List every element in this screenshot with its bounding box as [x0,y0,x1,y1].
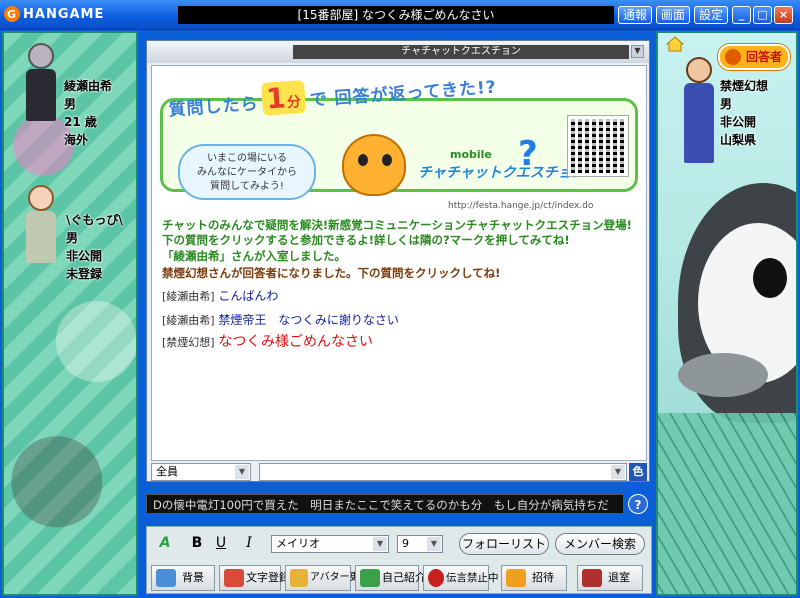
text-register-button[interactable]: 文字登録 [219,565,290,591]
user-gender: 男 [64,97,77,111]
message-block-button[interactable]: 伝言禁止中 [423,565,499,591]
channel-title: チャチャットクエスチョン [293,45,629,59]
qr-code-icon [567,115,629,177]
chevron-down-icon[interactable]: ▼ [373,537,387,551]
message-text: こんばんわ [218,289,279,303]
banner-speech-bubble: いまこの場にいる みんなにケータイから 質問してみよう! [178,144,316,200]
report-button[interactable]: 通報 [618,6,653,24]
user-region: 山梨県 [720,133,757,147]
underline-button[interactable]: U [211,533,231,553]
system-message: チャットのみんなで疑問を解決!新感覚コミュニケーションチャチャットクエスチョン登… [162,218,632,247]
maximize-button[interactable]: □ [753,6,772,24]
user-gender: 男 [720,97,733,111]
chat-message: [綾瀬由希] 禁煙帝王 なつくみに謝りなさい [162,312,399,329]
user-region: 海外 [64,133,89,147]
news-ticker[interactable]: Dの懐中電灯100円で買えた 明日またここで笑えてるのかも分 もし自分が病気持ち… [146,494,624,514]
chevron-down-icon[interactable]: ▼ [427,537,441,551]
invite-button[interactable]: 招待 [501,565,567,591]
chachat-question-banner[interactable]: 質問したら 1分で 回答が返ってきた!? いまこの場にいる みんなにケータイから … [160,70,640,218]
message-text: 禁煙帝王 なつくみに謝りなさい [218,313,399,327]
message-text: なつくみ様ごめんなさい [218,334,373,350]
chat-window: チャチャットクエスチョン ▼ 質問したら 1分で 回答が返ってきた!? いまこの場… [146,40,650,482]
left-user-panel: 綾瀬由希 男 21 歳 海外 \ぐもっぴ\ 男 非公開 未登録 [2,31,138,596]
banner-url[interactable]: http://festa.hange.jp/ct/index.do [448,201,593,211]
system-message[interactable]: 禁煙幻想さんが回答者になりました。下の質問をクリックしてね! [162,266,642,281]
question-mark-icon: ? [518,134,538,174]
user-gender: 男 [66,231,79,245]
hangame-logo: G HANGAME [4,6,104,22]
system-message: 「綾瀬由希」さんが入室しました。 [162,249,346,263]
user-name: 綾瀬由希 [64,79,113,93]
message-speaker: [禁煙幻想] [162,336,215,349]
background-icon [156,569,176,587]
mascot-icon [342,134,406,196]
chat-message: [綾瀬由希] こんばんわ [162,288,278,305]
chevron-down-icon[interactable]: ▼ [611,465,625,479]
answerer-profile[interactable]: 禁煙幻想 男 非公開 山梨県 [720,77,768,149]
background-button[interactable]: 背景 [151,565,215,591]
collapse-button[interactable]: ▼ [631,45,644,58]
title-bar: G HANGAME [15番部屋] なつくみ様ごめんなさい 通報 画面 設定 _… [0,0,800,30]
user-age: 非公開 [66,249,103,263]
text-register-icon [224,569,244,587]
self-intro-button[interactable]: 自己紹介 [355,565,426,591]
avatar[interactable] [676,55,720,165]
screen-button[interactable]: 画面 [656,6,691,24]
no-message-icon [428,569,444,587]
text-color-button[interactable]: 色 [629,463,647,481]
user-name: 禁煙幻想 [720,79,769,93]
right-user-panel: 禁煙幻想 男 非公開 山梨県 [656,31,798,596]
recipient-select[interactable]: 全員 ▼ [151,463,251,481]
chat-input-row: 全員 ▼ ▼ 色 [151,463,647,481]
bold-button[interactable]: B [187,533,207,553]
self-intro-icon [360,569,380,587]
paw-icon [725,49,741,65]
avatar-update-icon [290,569,308,587]
message-speaker: [綾瀬由希] [162,314,215,327]
italic-button[interactable]: I [239,533,259,553]
user-age: 21 歳 [64,115,97,129]
exit-icon [582,569,602,587]
user-name: \ぐもっぴ\ [66,213,123,227]
font-select[interactable]: メイリオ ▼ [271,535,389,553]
avatar[interactable] [18,41,62,123]
user-profile-2[interactable]: \ぐもっぴ\ 男 非公開 未登録 [66,211,123,283]
message-speaker: [綾瀬由希] [162,290,215,303]
user-profile-1[interactable]: 綾瀬由希 男 21 歳 海外 [64,77,112,149]
minimize-button[interactable]: _ [732,6,751,24]
logo-text: HANGAME [23,6,105,22]
close-button[interactable]: × [774,6,793,24]
chat-header: チャチャットクエスチョン ▼ [147,41,649,63]
answerer-badge[interactable]: 回答者 [718,44,791,70]
chevron-down-icon[interactable]: ▼ [235,465,249,479]
hangame-logo-icon: G [4,6,20,22]
text-style-icon[interactable]: A [155,533,175,553]
font-size-select[interactable]: 9 ▼ [397,535,443,553]
chat-message: [禁煙幻想] なつくみ様ごめんなさい [162,334,373,351]
chat-text-input[interactable]: ▼ [259,463,627,481]
settings-button[interactable]: 設定 [694,6,729,24]
mobile-label: mobile [450,148,492,161]
chachat-logo: チャチャットクエスチョン [418,165,586,181]
member-search-button[interactable]: メンバー検索 [555,533,645,555]
bottom-toolbar: A B U I メイリオ ▼ 9 ▼ フォローリスト メンバー検索 背景 文字登… [146,526,652,594]
invite-icon [506,569,526,587]
follow-list-button[interactable]: フォローリスト [459,533,549,555]
keyboard-background [658,413,796,594]
chat-log[interactable]: 質問したら 1分で 回答が返ってきた!? いまこの場にいる みんなにケータイから … [151,65,647,461]
user-age: 非公開 [720,115,757,129]
help-button[interactable]: ? [628,494,648,514]
user-region: 未登録 [66,267,103,281]
avatar[interactable] [18,183,62,265]
room-title: [15番部屋] なつくみ様ごめんなさい [178,6,614,24]
home-icon[interactable] [666,36,684,52]
leave-room-button[interactable]: 退室 [577,565,643,591]
avatar-update-button[interactable]: アバター更新 [285,565,370,591]
